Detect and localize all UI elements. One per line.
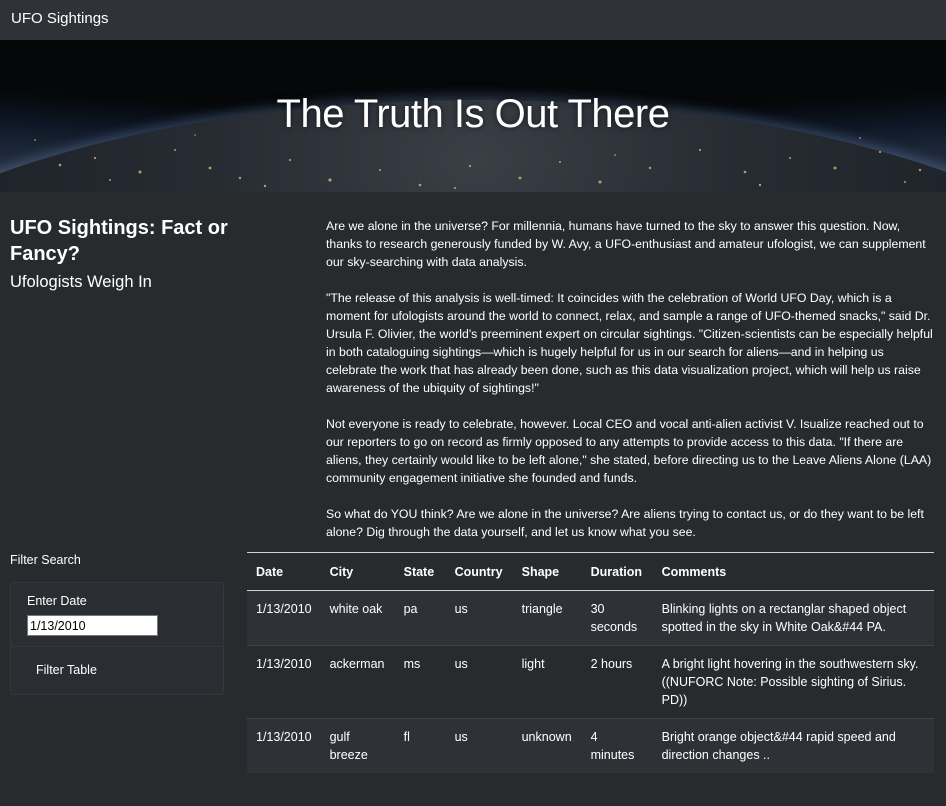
cell-shape: unknown	[512, 718, 582, 773]
article-paragraph: "The release of this analysis is well-ti…	[326, 291, 933, 395]
hero-banner: The Truth Is Out There	[0, 40, 946, 192]
table-row: 1/13/2010 white oak pa us triangle 30 se…	[247, 590, 934, 646]
table-row: 1/13/2010 gulf breeze fl us unknown 4 mi…	[247, 718, 934, 773]
filter-table-button[interactable]: Filter Table	[36, 663, 97, 677]
cell-country: us	[445, 590, 513, 646]
article-header: UFO Sightings: Fact or Fancy? Ufologists…	[10, 215, 300, 293]
article-paragraph: Not everyone is ready to celebrate, howe…	[326, 417, 932, 485]
column-header-duration: Duration	[581, 552, 653, 591]
table-row: 1/13/2010 ackerman ms us light 2 hours A…	[247, 645, 934, 719]
sightings-table: Date City State Country Shape Duration C…	[247, 552, 934, 773]
cell-comments: Bright orange object&#44 rapid speed and…	[652, 718, 934, 773]
column-header-comments: Comments	[652, 552, 934, 591]
article-paragraph: Are we alone in the universe? For millen…	[326, 219, 926, 269]
cell-shape: triangle	[512, 590, 582, 646]
cell-date: 1/13/2010	[247, 590, 321, 646]
column-header-date: Date	[247, 552, 321, 591]
table-header-row: Date City State Country Shape Duration C…	[247, 552, 934, 591]
cell-state: ms	[394, 645, 446, 719]
column-header-shape: Shape	[512, 552, 582, 591]
cell-country: us	[445, 645, 513, 719]
cell-state: fl	[394, 718, 446, 773]
article-body: Are we alone in the universe? For millen…	[326, 217, 936, 559]
cell-duration: 2 hours	[581, 645, 653, 719]
date-field-label: Enter Date	[27, 594, 87, 608]
filter-search-heading: Filter Search	[10, 553, 81, 567]
hero-title: The Truth Is Out There	[276, 92, 670, 136]
filter-date-group: Enter Date	[11, 583, 223, 647]
cell-city: ackerman	[320, 645, 395, 719]
date-input[interactable]	[27, 615, 158, 636]
navbar-brand-link[interactable]: UFO Sightings	[11, 10, 109, 27]
column-header-state: State	[394, 552, 446, 591]
cell-city: white oak	[320, 590, 395, 646]
article-paragraph: So what do YOU think? Are we alone in th…	[326, 507, 924, 539]
cell-comments: Blinking lights on a rectanglar shaped o…	[652, 590, 934, 646]
cell-country: us	[445, 718, 513, 773]
cell-state: pa	[394, 590, 446, 646]
column-header-country: Country	[445, 552, 513, 591]
cell-duration: 4 minutes	[581, 718, 653, 773]
cell-date: 1/13/2010	[247, 718, 321, 773]
article-title: UFO Sightings: Fact or Fancy?	[10, 217, 228, 265]
cell-duration: 30 seconds	[581, 590, 653, 646]
column-header-city: City	[320, 552, 395, 591]
filter-panel: Enter Date Filter Table	[10, 582, 224, 695]
navbar: UFO Sightings	[0, 0, 946, 40]
sightings-table-container: Date City State Country Shape Duration C…	[247, 552, 934, 773]
cell-date: 1/13/2010	[247, 645, 321, 719]
article-subtitle: Ufologists Weigh In	[10, 273, 152, 291]
cell-shape: light	[512, 645, 582, 719]
cell-city: gulf breeze	[320, 718, 395, 773]
cell-comments: A bright light hovering in the southwest…	[652, 645, 934, 719]
